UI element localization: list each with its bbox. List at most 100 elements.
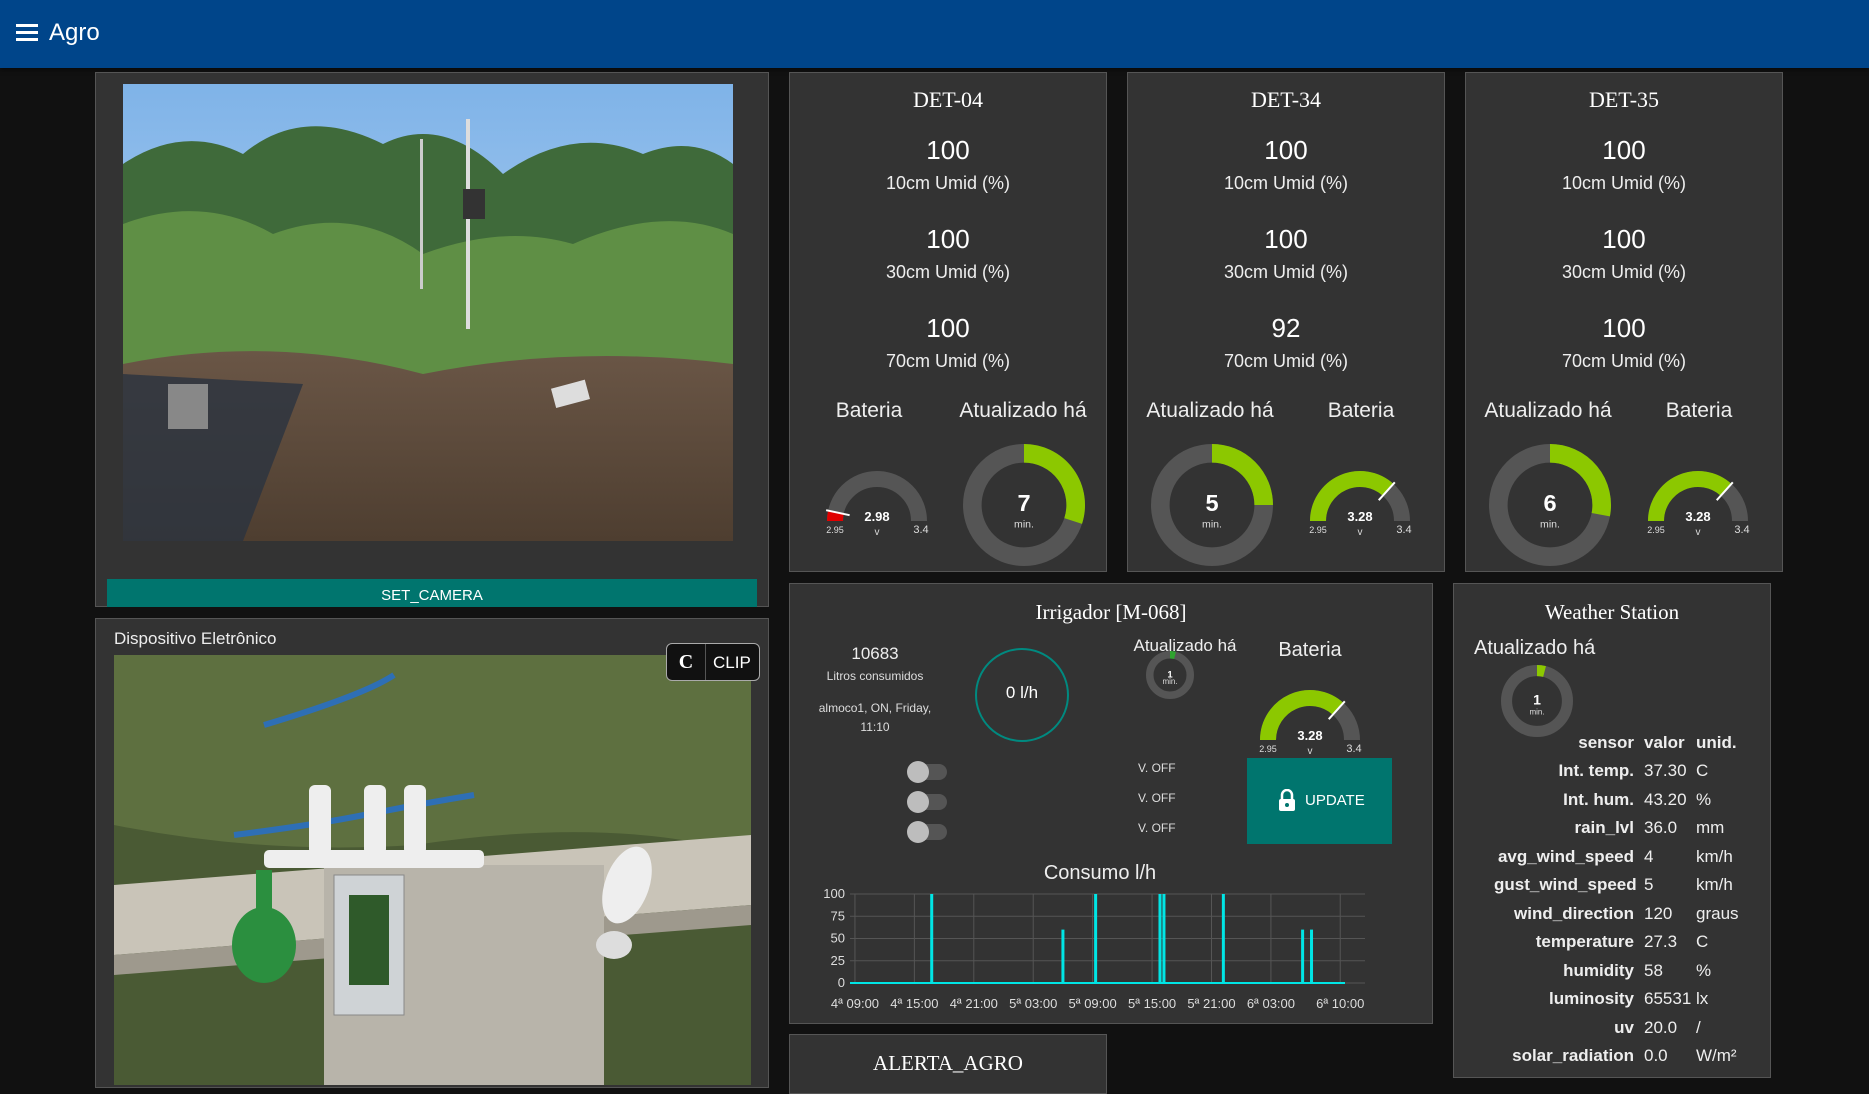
humidity-70cm-label: 70cm Umid (%) (1561, 351, 1686, 371)
valve-toggle-2[interactable] (907, 791, 947, 813)
header-value: valor (1644, 733, 1685, 752)
gauge-unit: v (875, 527, 880, 538)
liters-value: 10683 (851, 644, 899, 663)
battery-gauge-title: Bateria (1665, 399, 1733, 422)
camera-card: SET_CAMERA (95, 72, 769, 607)
sensor-unit: km/h (1696, 875, 1733, 894)
set-camera-button[interactable]: SET_CAMERA (107, 579, 757, 607)
battery-gauge-title: Bateria (835, 399, 903, 422)
alert-card: ALERTA_AGRO (789, 1034, 1107, 1094)
sensor-name: rain_lvl (1574, 818, 1634, 837)
updated-donut-gauge: 1min. (1146, 651, 1194, 699)
weather-row: solar_radiation 0.0 W/m² (1454, 1046, 1770, 1074)
sensor-unit: % (1696, 960, 1712, 980)
top-app-bar: Agro (0, 0, 1869, 68)
gauge-value: 7 (1017, 490, 1030, 516)
sensor-value: 58 (1644, 960, 1663, 980)
hamburger-menu-icon[interactable] (16, 24, 38, 42)
gauge-min: 2.95 (1647, 525, 1665, 535)
gauge-unit: min. (1202, 518, 1222, 530)
weather-row: avg_wind_speed 4 km/h (1454, 847, 1770, 875)
humidity-30cm-label: 30cm Umid (%) (1561, 262, 1686, 282)
humidity-70cm-value: 100 (1602, 313, 1646, 343)
chart-title: Consumo l/h (1043, 862, 1157, 884)
x-tick-label: 4ª 09:00 (831, 996, 879, 1011)
battery-gauge-title: Bateria (1278, 639, 1342, 661)
gauge-max: 3.4 (1346, 743, 1361, 755)
updated-donut-gauge: 5 min. (1150, 443, 1274, 567)
updated-gauge-title: Atualizado há (1474, 637, 1596, 659)
x-tick-label: 4ª 21:00 (950, 996, 998, 1011)
consumo-spike (930, 894, 934, 983)
weather-station-card: Weather Station Atualizado há 1 min. sens… (1453, 583, 1771, 1078)
updated-gauge-title: Atualizado há (1484, 399, 1612, 422)
humidity-70cm-value: 100 (926, 313, 970, 343)
consumo-spike (1221, 894, 1225, 983)
updated-donut-gauge: 1min. (1500, 664, 1574, 738)
sensor-value: 5 (1644, 875, 1654, 894)
consumo-chart: 100 75 50 25 0 4ª 09:00 4ª 15:00 4ª 21:00 5ª 03:… (823, 886, 1365, 1011)
liters-label: Litros consumidos (826, 669, 924, 683)
sensor-value: 65531 (1644, 989, 1692, 1008)
battery-gauge: 2.98 v 2.95 3.4 (825, 471, 929, 538)
weather-table-header: sensor valor unid. (1454, 733, 1770, 761)
valve-status-3: V. OFF (1138, 821, 1176, 835)
update-button[interactable]: UPDATE (1247, 758, 1392, 844)
weather-row: Int. hum. 43.20% (1454, 790, 1770, 818)
clip-button[interactable]: C CLIP (666, 643, 760, 681)
det-title: DET-04 (912, 87, 984, 112)
valve-toggle-3[interactable] (907, 821, 947, 843)
sensor-name: avg_wind_speed (1497, 846, 1634, 866)
sensor-name: gust_wind_speed (1494, 875, 1637, 894)
gauge-value: 2.98 (864, 509, 889, 524)
humidity-70cm-value: 92 (1271, 313, 1301, 343)
sensor-name: wind_direction (1514, 903, 1634, 923)
det-title: DET-35 (1588, 87, 1660, 112)
sensor-value: 120 (1644, 903, 1673, 923)
humidity-70cm-label: 70cm Umid (%) (1223, 351, 1348, 371)
humidity-30cm-value: 100 (926, 224, 970, 254)
humidity-10cm-label: 10cm Umid (%) (1561, 173, 1686, 193)
sensor-name: Int. temp. (1558, 761, 1634, 780)
det-title: DET-34 (1250, 87, 1322, 112)
battery-gauge-title: Bateria (1327, 399, 1395, 422)
x-tick-label: 4ª 15:00 (890, 996, 938, 1011)
device-card: Dispositivo Eletrônico C CLIP (95, 618, 769, 1088)
clip-label: CLIP (713, 653, 751, 672)
det-card-34: DET-34 100 10cm Umid (%) 100 30cm Umid (… (1127, 72, 1445, 572)
valve-toggle-1[interactable] (907, 761, 947, 783)
gauge-value: 3.28 (1297, 728, 1322, 743)
humidity-70cm-label: 70cm Umid (%) (885, 351, 1010, 371)
battery-gauge: 3.28 v 2.95 3.4 (1259, 690, 1362, 757)
gauge-unit: min. (1529, 707, 1544, 716)
gauge-max: 3.4 (1734, 524, 1749, 536)
gauge-fill (1549, 444, 1611, 517)
sensor-unit: / (1696, 1017, 1701, 1037)
humidity-30cm-value: 100 (1602, 224, 1646, 254)
sensor-unit: mm (1696, 818, 1725, 837)
valve-status-1: V. OFF (1138, 761, 1176, 775)
y-tick-label: 50 (831, 931, 845, 946)
x-tick-label: 6ª 03:00 (1247, 996, 1295, 1011)
sensor-name: luminosity (1548, 989, 1634, 1008)
humidity-10cm-value: 100 (926, 135, 970, 165)
sensor-name: Int. hum. (1563, 789, 1634, 809)
gauge-max: 3.4 (913, 524, 928, 536)
gauge-value: 3.28 (1685, 509, 1710, 524)
gauge-value: 1 (1533, 692, 1541, 708)
gauge-unit: v (1696, 527, 1701, 538)
humidity-10cm-value: 100 (1264, 135, 1308, 165)
sensor-value: 20.0 (1644, 1017, 1678, 1037)
sensor-unit: C (1696, 761, 1709, 780)
lock-icon (1279, 789, 1295, 811)
battery-gauge: 3.28 v 2.95 3.4 (1647, 471, 1750, 538)
x-tick-label: 5ª 03:00 (1009, 996, 1057, 1011)
sensor-name: uv (1614, 1017, 1634, 1037)
sensor-name: temperature (1535, 932, 1634, 951)
humidity-30cm-label: 30cm Umid (%) (885, 262, 1010, 282)
sensor-value: 43.20 (1644, 789, 1687, 809)
y-tick-label: 75 (831, 908, 845, 923)
irrigador-title: Irrigador [M-068] (1035, 600, 1187, 624)
weather-row: humidity 58% (1454, 961, 1770, 989)
gauge-fill (1536, 665, 1546, 677)
